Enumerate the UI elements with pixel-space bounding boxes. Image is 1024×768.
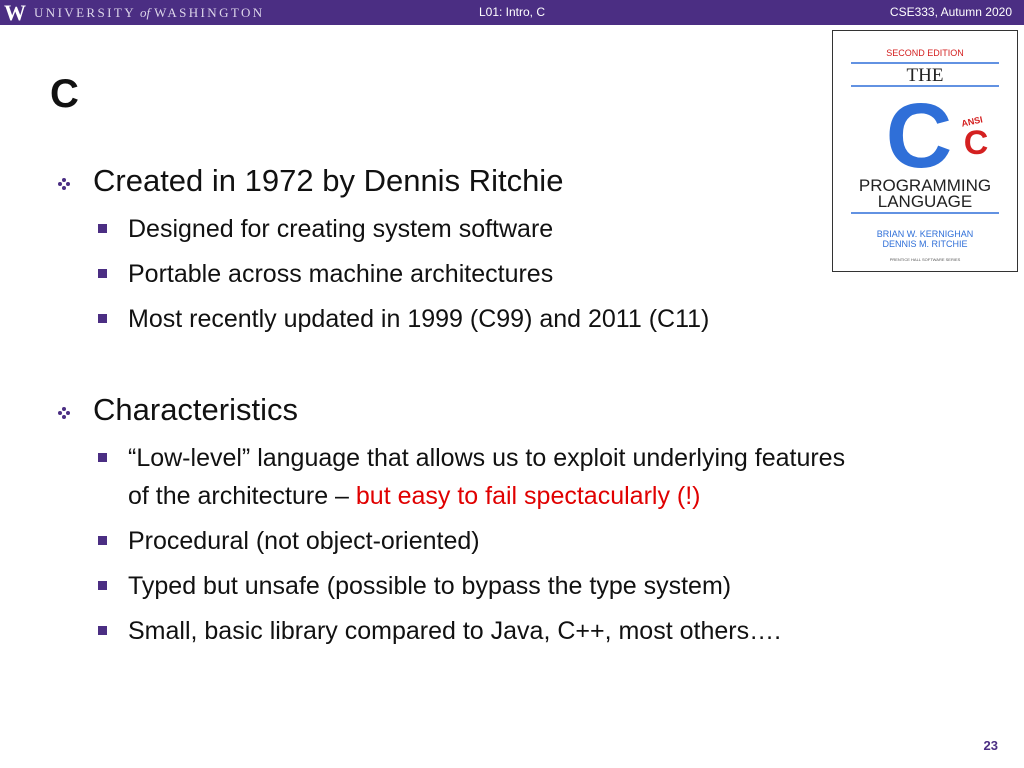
square-bullet-icon [98,224,107,233]
square-bullet-icon [98,536,107,545]
square-bullet-icon [98,269,107,278]
diamond-bullet-icon [58,407,70,419]
emphasis-text: but easy to fail spectacularly (!) [355,482,701,510]
square-bullet-icon [98,626,107,635]
square-bullet-icon [98,453,107,462]
sub-bullet-text: Procedural (not object-oriented) [128,527,480,555]
sub-bullet-text: Portable across machine architectures [128,260,554,288]
sub-bullet-text: “Low-level” language that allows us to e… [128,444,846,472]
bullet-text: Characteristics [93,392,298,427]
diamond-bullet-icon [58,178,70,190]
slide-content: Created in 1972 by Dennis Ritchie Design… [0,0,1024,768]
sub-bullet-text-continuation: of the architecture – but easy to fail s… [128,482,701,510]
sub-bullet-text: Typed but unsafe (possible to bypass the… [128,572,732,600]
square-bullet-icon [98,581,107,590]
sub-bullet-text: Small, basic library compared to Java, C… [128,617,782,645]
bullet-text: Created in 1972 by Dennis Ritchie [93,163,564,198]
page-number: 23 [983,738,998,753]
sub-bullet-text: Most recently updated in 1999 (C99) and … [128,305,710,333]
square-bullet-icon [98,314,107,323]
sub-bullet-text: Designed for creating system software [128,215,554,243]
